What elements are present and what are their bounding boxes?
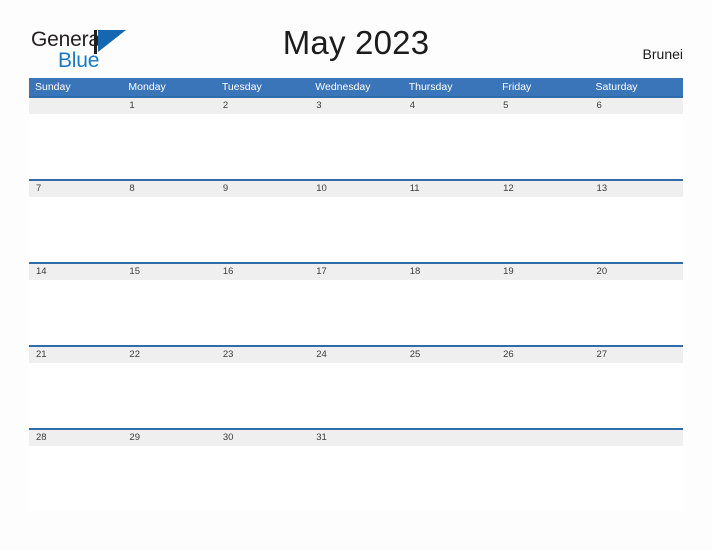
day-note-cell[interactable] (590, 197, 683, 262)
day-cell-date[interactable]: 30 (216, 430, 309, 446)
week-date-strip: 7 8 9 10 11 12 13 (29, 179, 683, 197)
day-cell-date[interactable]: 9 (216, 181, 309, 197)
day-note-cell[interactable] (403, 446, 496, 511)
day-note-cell[interactable] (216, 280, 309, 345)
day-cell-date[interactable]: 23 (216, 347, 309, 363)
day-note-cell[interactable] (216, 446, 309, 511)
day-note-cell[interactable] (29, 197, 122, 262)
day-note-cell[interactable] (309, 280, 402, 345)
weekday-header-tuesday: Tuesday (221, 81, 262, 93)
weekday-header-row: Sunday Monday Tuesday Wednesday Thursday… (29, 78, 683, 96)
weekday-header-monday: Monday (128, 81, 166, 93)
day-cell-date[interactable]: 16 (216, 264, 309, 280)
week-note-area (29, 446, 683, 511)
day-note-cell[interactable] (403, 363, 496, 428)
page-header: General Blue May 2023 Brunei (0, 0, 712, 78)
day-cell-date[interactable]: 27 (590, 347, 683, 363)
week-row: 21 22 23 24 25 26 27 (29, 345, 683, 428)
day-cell-date[interactable]: 5 (496, 98, 589, 114)
day-cell-date[interactable]: 7 (29, 181, 122, 197)
day-note-cell[interactable] (309, 197, 402, 262)
day-note-cell[interactable] (496, 114, 589, 179)
day-note-cell[interactable] (496, 446, 589, 511)
day-note-cell[interactable] (309, 363, 402, 428)
day-note-cell[interactable] (29, 363, 122, 428)
day-note-cell[interactable] (590, 280, 683, 345)
day-cell-date[interactable]: 6 (590, 98, 683, 114)
day-note-cell[interactable] (590, 446, 683, 511)
day-note-cell[interactable] (122, 446, 215, 511)
day-note-cell[interactable] (496, 280, 589, 345)
day-note-cell[interactable] (590, 114, 683, 179)
day-cell-date[interactable]: 26 (496, 347, 589, 363)
day-note-cell[interactable] (29, 114, 122, 179)
day-cell-date[interactable]: 14 (29, 264, 122, 280)
weekday-header-saturday: Saturday (595, 81, 638, 93)
day-note-cell[interactable] (29, 280, 122, 345)
week-note-area (29, 363, 683, 428)
week-row: 1 2 3 4 5 6 (29, 96, 683, 179)
day-note-cell[interactable] (496, 363, 589, 428)
day-note-cell[interactable] (403, 197, 496, 262)
day-cell-date[interactable] (29, 98, 122, 114)
day-cell-date[interactable]: 20 (590, 264, 683, 280)
day-note-cell[interactable] (216, 114, 309, 179)
week-note-area (29, 197, 683, 262)
day-cell-date[interactable]: 1 (122, 98, 215, 114)
week-note-area (29, 280, 683, 345)
day-note-cell[interactable] (29, 446, 122, 511)
day-cell-date[interactable]: 4 (403, 98, 496, 114)
week-date-strip: 21 22 23 24 25 26 27 (29, 345, 683, 363)
day-note-cell[interactable] (122, 114, 215, 179)
day-cell-date[interactable]: 2 (216, 98, 309, 114)
country-label: Brunei (642, 46, 683, 62)
calendar-grid: Sunday Monday Tuesday Wednesday Thursday… (29, 78, 683, 511)
day-cell-date[interactable] (403, 430, 496, 446)
day-note-cell[interactable] (309, 446, 402, 511)
weekday-header-thursday: Thursday (408, 81, 453, 93)
week-date-strip: 1 2 3 4 5 6 (29, 96, 683, 114)
week-note-area (29, 114, 683, 179)
day-cell-date[interactable]: 29 (122, 430, 215, 446)
day-cell-date[interactable]: 15 (122, 264, 215, 280)
day-cell-date[interactable]: 13 (590, 181, 683, 197)
day-cell-date[interactable]: 21 (29, 347, 122, 363)
week-row: 7 8 9 10 11 12 13 (29, 179, 683, 262)
day-cell-date[interactable]: 10 (309, 181, 402, 197)
day-note-cell[interactable] (309, 114, 402, 179)
page-title: May 2023 (282, 24, 430, 61)
day-note-cell[interactable] (403, 280, 496, 345)
day-cell-date[interactable] (590, 430, 683, 446)
day-cell-date[interactable]: 25 (403, 347, 496, 363)
day-note-cell[interactable] (122, 197, 215, 262)
day-note-cell[interactable] (496, 197, 589, 262)
day-cell-date[interactable] (496, 430, 589, 446)
day-note-cell[interactable] (590, 363, 683, 428)
week-date-strip: 14 15 16 17 18 19 20 (29, 262, 683, 280)
weekday-header-wednesday: Wednesday (315, 81, 371, 93)
day-cell-date[interactable]: 24 (309, 347, 402, 363)
week-row: 28 29 30 31 (29, 428, 683, 511)
day-cell-date[interactable]: 17 (309, 264, 402, 280)
day-note-cell[interactable] (122, 280, 215, 345)
weekday-header-sunday: Sunday (35, 81, 71, 93)
day-cell-date[interactable]: 18 (403, 264, 496, 280)
day-cell-date[interactable]: 31 (309, 430, 402, 446)
day-cell-date[interactable]: 22 (122, 347, 215, 363)
day-note-cell[interactable] (216, 363, 309, 428)
day-cell-date[interactable]: 3 (309, 98, 402, 114)
day-note-cell[interactable] (122, 363, 215, 428)
day-cell-date[interactable]: 8 (122, 181, 215, 197)
day-note-cell[interactable] (403, 114, 496, 179)
day-cell-date[interactable]: 28 (29, 430, 122, 446)
day-cell-date[interactable]: 19 (496, 264, 589, 280)
day-cell-date[interactable]: 12 (496, 181, 589, 197)
day-cell-date[interactable]: 11 (403, 181, 496, 197)
weekday-header-friday: Friday (502, 81, 532, 93)
week-date-strip: 28 29 30 31 (29, 428, 683, 446)
week-row: 14 15 16 17 18 19 20 (29, 262, 683, 345)
day-note-cell[interactable] (216, 197, 309, 262)
